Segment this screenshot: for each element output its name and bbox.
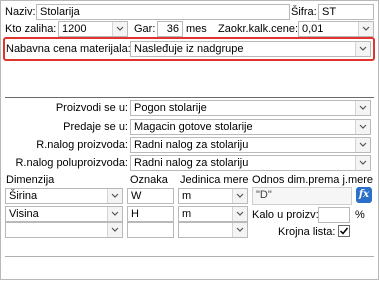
chevron-down-icon[interactable] <box>107 223 122 237</box>
chevron-down-icon[interactable] <box>355 101 370 115</box>
chevron-down-icon[interactable] <box>355 120 370 134</box>
dimenzija-dropdown-1[interactable]: Širina <box>5 188 123 204</box>
dimenzija-value-2: Visina <box>9 208 39 220</box>
proizvodi-se-u-value: Pogon stolarije <box>134 102 207 114</box>
chevron-down-icon[interactable] <box>355 42 370 56</box>
bottom-separator <box>5 256 374 257</box>
dimenzija-dropdown-3[interactable] <box>5 222 123 238</box>
oznaka-input-2[interactable]: H <box>127 206 174 222</box>
odnos-header: Odnos dim.prema j.mere <box>252 174 374 186</box>
predaje-se-u-value: Magacin gotove stolarije <box>134 121 253 133</box>
odnos-expression-field[interactable]: "D" <box>252 187 352 205</box>
rnalog-poluproizvoda-label: R.nalog poluproizvoda: <box>15 157 128 169</box>
section-separator <box>5 97 374 98</box>
predaje-se-u-label: Predaje se u: <box>63 121 128 133</box>
jedinica-value-2: m <box>182 208 192 220</box>
jedinica-mere-header: Jedinica mere <box>180 174 249 186</box>
jedinica-dropdown-1[interactable]: m <box>178 188 248 204</box>
kto-zaliha-dropdown[interactable]: 1200 <box>58 21 128 37</box>
chevron-down-icon[interactable] <box>107 207 122 221</box>
jedinica-value-1: m <box>182 190 192 202</box>
jedinica-dropdown-2[interactable]: m <box>178 206 248 222</box>
krojna-lista-checkbox[interactable] <box>338 225 350 237</box>
proizvodi-se-u-label: Proizvodi se u: <box>55 102 128 114</box>
kalo-unit-label: % <box>355 209 365 221</box>
kto-zaliha-label: Kto zaliha: <box>5 23 57 35</box>
chevron-down-icon[interactable] <box>355 138 370 152</box>
rnalog-proizvoda-label: R.nalog proizvoda: <box>36 139 128 151</box>
gar-input[interactable]: 36 <box>157 21 183 37</box>
nabavna-cena-value: Nasleđuje iz nadgrupe <box>134 43 244 55</box>
chevron-down-icon[interactable] <box>355 156 370 170</box>
chevron-down-icon[interactable] <box>232 189 247 203</box>
zaokr-label: Zaokr.kalk.cene: <box>218 23 299 35</box>
proizvodi-se-u-dropdown[interactable]: Pogon stolarije <box>130 100 371 116</box>
gar-unit-label: mes <box>186 23 207 35</box>
rnalog-poluproizvoda-value: Radni nalog za stolariju <box>134 157 249 169</box>
predaje-se-u-dropdown[interactable]: Magacin gotove stolarije <box>130 119 371 135</box>
rnalog-poluproizvoda-dropdown[interactable]: Radni nalog za stolariju <box>130 155 371 171</box>
nabavna-cena-dropdown[interactable]: Nasleđuje iz nadgrupe <box>130 41 371 57</box>
oznaka-input-1[interactable]: W <box>127 188 174 204</box>
checkmark-icon <box>339 227 349 235</box>
dimenzija-value-1: Širina <box>9 190 38 202</box>
kalo-input[interactable] <box>318 207 350 223</box>
oznaka-header: Oznaka <box>130 174 168 186</box>
sifra-input[interactable]: ST <box>318 4 374 20</box>
nabavna-cena-label: Nabavna cena materijala: <box>6 43 131 55</box>
sifra-label: Šifra: <box>291 6 317 18</box>
fx-icon[interactable]: fx <box>356 187 372 203</box>
chevron-down-icon[interactable] <box>232 207 247 221</box>
rnalog-proizvoda-value: Radni nalog za stolariju <box>134 139 249 151</box>
rnalog-proizvoda-dropdown[interactable]: Radni nalog za stolariju <box>130 137 371 153</box>
oznaka-input-3[interactable] <box>127 222 174 238</box>
jedinica-dropdown-3[interactable] <box>178 222 248 238</box>
chevron-down-icon[interactable] <box>232 223 247 237</box>
naziv-input[interactable]: Stolarija <box>36 4 290 20</box>
naziv-label: Naziv: <box>5 6 36 18</box>
zaokr-dropdown[interactable]: 0,01 <box>298 21 374 37</box>
chevron-down-icon[interactable] <box>358 22 373 36</box>
gar-label: Gar: <box>134 23 156 35</box>
chevron-down-icon[interactable] <box>107 189 122 203</box>
chevron-down-icon[interactable] <box>112 22 127 36</box>
zaokr-value: 0,01 <box>302 23 324 35</box>
dimenzija-header: Dimenzija <box>6 174 55 186</box>
krojna-lista-label: Krojna lista: <box>278 226 336 238</box>
kalo-label: Kalo u proizv: <box>252 209 319 221</box>
dimenzija-dropdown-2[interactable]: Visina <box>5 206 123 222</box>
kto-zaliha-value: 1200 <box>62 23 87 35</box>
